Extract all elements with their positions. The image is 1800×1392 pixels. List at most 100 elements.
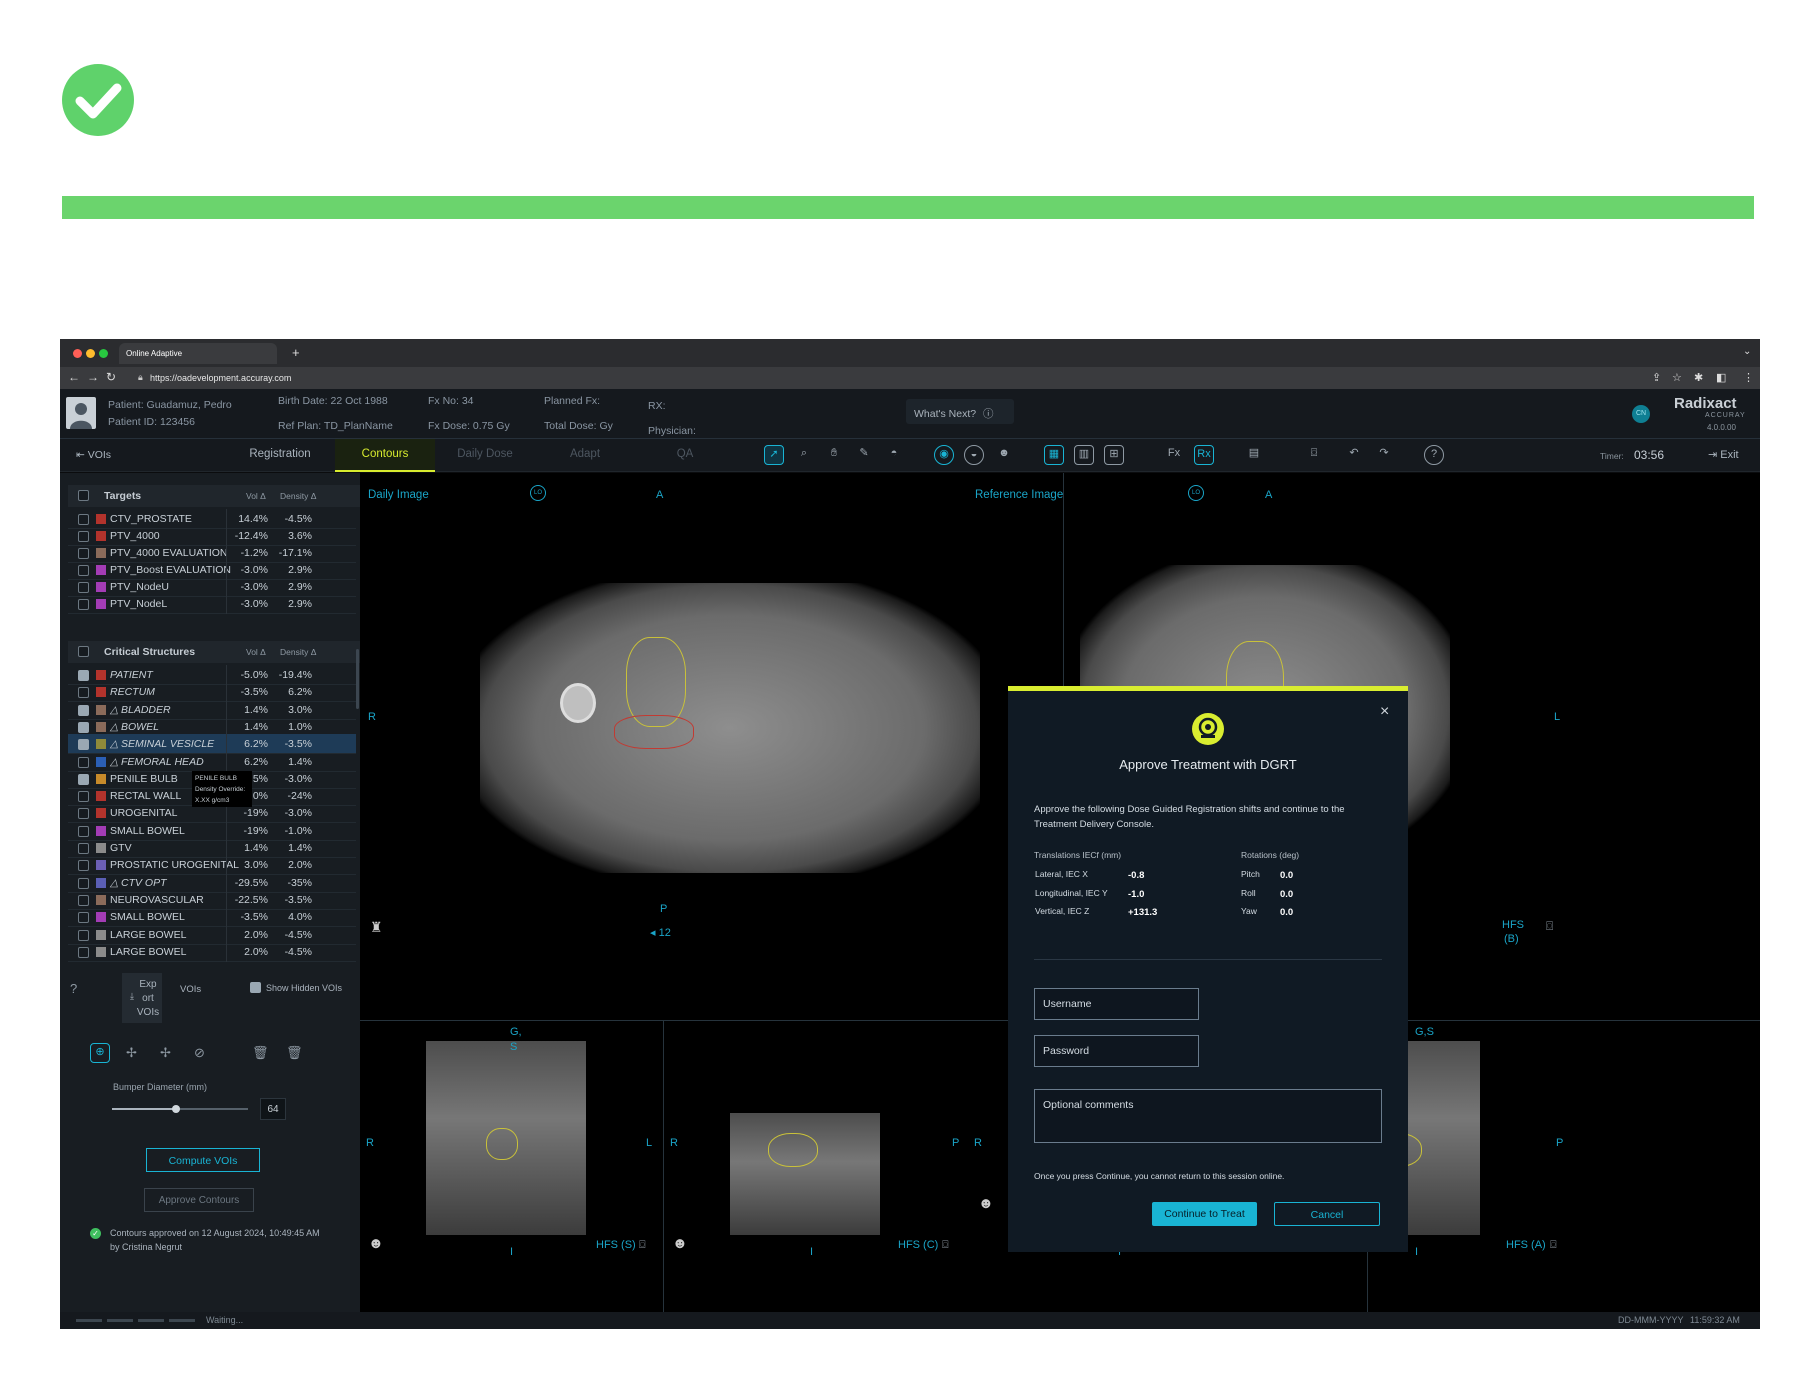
tab-daily-dose[interactable]: Daily Dose [435,439,535,472]
voi-color-swatch[interactable] [96,929,106,940]
password-field[interactable]: Password [1034,1035,1199,1067]
voi-color-swatch[interactable] [96,704,106,715]
voi-color-swatch[interactable] [96,894,106,905]
whats-next-button[interactable]: What's Next? ⓘ [906,399,1014,424]
undo-icon[interactable]: ↶ [1344,445,1364,465]
voi-color-swatch[interactable] [96,582,106,592]
tab-contours[interactable]: Contours [335,439,435,472]
approve-contours-button[interactable]: Approve Contours [144,1188,254,1212]
vois-toggle[interactable]: ⇤ VOIs [76,449,111,461]
voi-visibility-checkbox[interactable] [78,531,89,542]
voi-visibility-checkbox[interactable] [78,843,89,854]
comments-field[interactable]: Optional comments [1034,1089,1382,1143]
tab-adapt[interactable]: Adapt [535,439,635,472]
tab-registration[interactable]: Registration [230,439,330,472]
back-icon[interactable]: ← [68,370,80,384]
camera-icon[interactable]: ⌼ [942,1239,949,1252]
head-icon[interactable]: ☻ [994,445,1014,465]
voi-color-swatch[interactable] [96,739,106,750]
contrast-icon[interactable]: ◓ [884,445,904,465]
voi-visibility-checkbox[interactable] [78,721,89,733]
username-field[interactable]: Username [1034,988,1199,1020]
cancel-button[interactable]: Cancel [1274,1202,1380,1226]
fx-button[interactable]: Fx [1164,445,1184,465]
voi-row[interactable]: PTV_NodeL -3.0% 2.9% [68,594,356,614]
split-layout-icon[interactable]: ▥ [1074,445,1094,465]
brush-tool-icon[interactable]: ⊕ [90,1043,110,1063]
daily-axial-ct[interactable] [480,583,980,873]
show-hidden-checkbox[interactable] [250,982,261,993]
voi-color-swatch[interactable] [96,599,106,609]
contour-icon[interactable]: ◉ [934,445,954,465]
voi-color-swatch[interactable] [96,514,106,524]
voi-color-swatch[interactable] [96,721,106,732]
voi-color-swatch[interactable] [96,843,106,853]
bumper-slider-handle[interactable] [172,1105,180,1113]
voi-visibility-checkbox[interactable] [78,877,89,889]
voi-visibility-checkbox[interactable] [78,860,89,872]
sidebar-icon[interactable]: ◧ [1716,371,1726,384]
bumper-value-field[interactable]: 64 [260,1098,286,1120]
maximize-window-icon[interactable] [99,349,108,358]
share-icon[interactable]: ⇪ [1652,371,1661,384]
voi-color-swatch[interactable] [96,565,106,575]
scrollbar[interactable] [356,649,359,709]
voi-color-swatch[interactable] [96,808,106,819]
voi-color-swatch[interactable] [96,825,106,836]
help-icon[interactable]: ? [1424,445,1444,465]
new-tab-button[interactable]: + [292,345,300,360]
voi-visibility-checkbox[interactable] [78,808,89,820]
export-vois-button[interactable]: ⤓ Exp ort VOIs [122,973,162,1023]
lock-orientation-icon[interactable]: LO [1188,485,1204,501]
trash-icon[interactable]: 🗑︎ [252,1045,269,1061]
rx-button[interactable]: Rx [1194,445,1214,465]
move-tool-icon[interactable]: ✢ [126,1045,137,1061]
voi-color-swatch[interactable] [96,946,106,957]
continue-to-treat-button[interactable]: Continue to Treat [1152,1202,1257,1226]
critical-select-all[interactable] [78,646,89,657]
voi-visibility-checkbox[interactable] [78,946,89,958]
minimize-window-icon[interactable] [86,349,95,358]
voi-color-swatch[interactable] [96,912,106,923]
menu-icon[interactable]: ⋮ [1743,371,1754,384]
slice-number[interactable]: ◂ 12 [650,926,671,939]
compute-vois-button[interactable]: Compute VOIs [146,1148,260,1172]
camera-icon[interactable]: ⌼ [1550,1239,1557,1252]
erase-tool-icon[interactable]: ⊘ [194,1045,205,1061]
voi-visibility-checkbox[interactable] [78,514,89,525]
voi-color-swatch[interactable] [96,670,106,680]
close-icon[interactable]: × [1380,703,1389,721]
voi-color-swatch[interactable] [96,687,106,698]
voi-color-swatch[interactable] [96,877,106,888]
voi-visibility-checkbox[interactable] [78,773,89,785]
pointer-icon[interactable]: ➚ [764,445,784,465]
voi-visibility-checkbox[interactable] [78,791,89,803]
url-text[interactable]: https://oadevelopment.accuray.com [150,373,291,383]
voi-visibility-checkbox[interactable] [78,825,89,837]
targets-select-all[interactable] [78,490,89,501]
camera-icon[interactable]: ⌼ [1304,445,1324,465]
trash-all-icon[interactable]: 🗑︎ [286,1045,303,1061]
browser-tab[interactable]: Online Adaptive [119,343,277,364]
voi-visibility-checkbox[interactable] [78,582,89,593]
voi-color-swatch[interactable] [96,531,106,541]
ruler-icon[interactable]: ✎ [854,445,874,465]
tab-qa[interactable]: QA [635,439,735,472]
zoom-icon[interactable]: ⌕ [794,445,814,465]
pan-hand-icon[interactable]: ✋︎ [824,445,844,465]
voi-color-swatch[interactable] [96,773,106,784]
camera-icon[interactable]: ⌼ [1546,919,1553,934]
move-copy-icon[interactable]: ✢ [160,1045,171,1061]
user-badge[interactable]: CN [1632,405,1650,423]
quad-layout-icon[interactable]: ⊞ [1104,445,1124,465]
star-icon[interactable]: ☆ [1672,371,1682,384]
voi-color-swatch[interactable] [96,548,106,558]
exit-button[interactable]: ⇥ Exit [1708,448,1739,461]
voi-color-swatch[interactable] [96,791,106,802]
voi-visibility-checkbox[interactable] [78,704,89,716]
voi-color-swatch[interactable] [96,860,106,871]
help-icon[interactable]: ? [70,981,77,996]
camera-icon[interactable]: ⌼ [639,1239,646,1252]
grid-layout-icon[interactable]: ▦ [1044,445,1064,465]
voi-visibility-checkbox[interactable] [78,929,89,941]
